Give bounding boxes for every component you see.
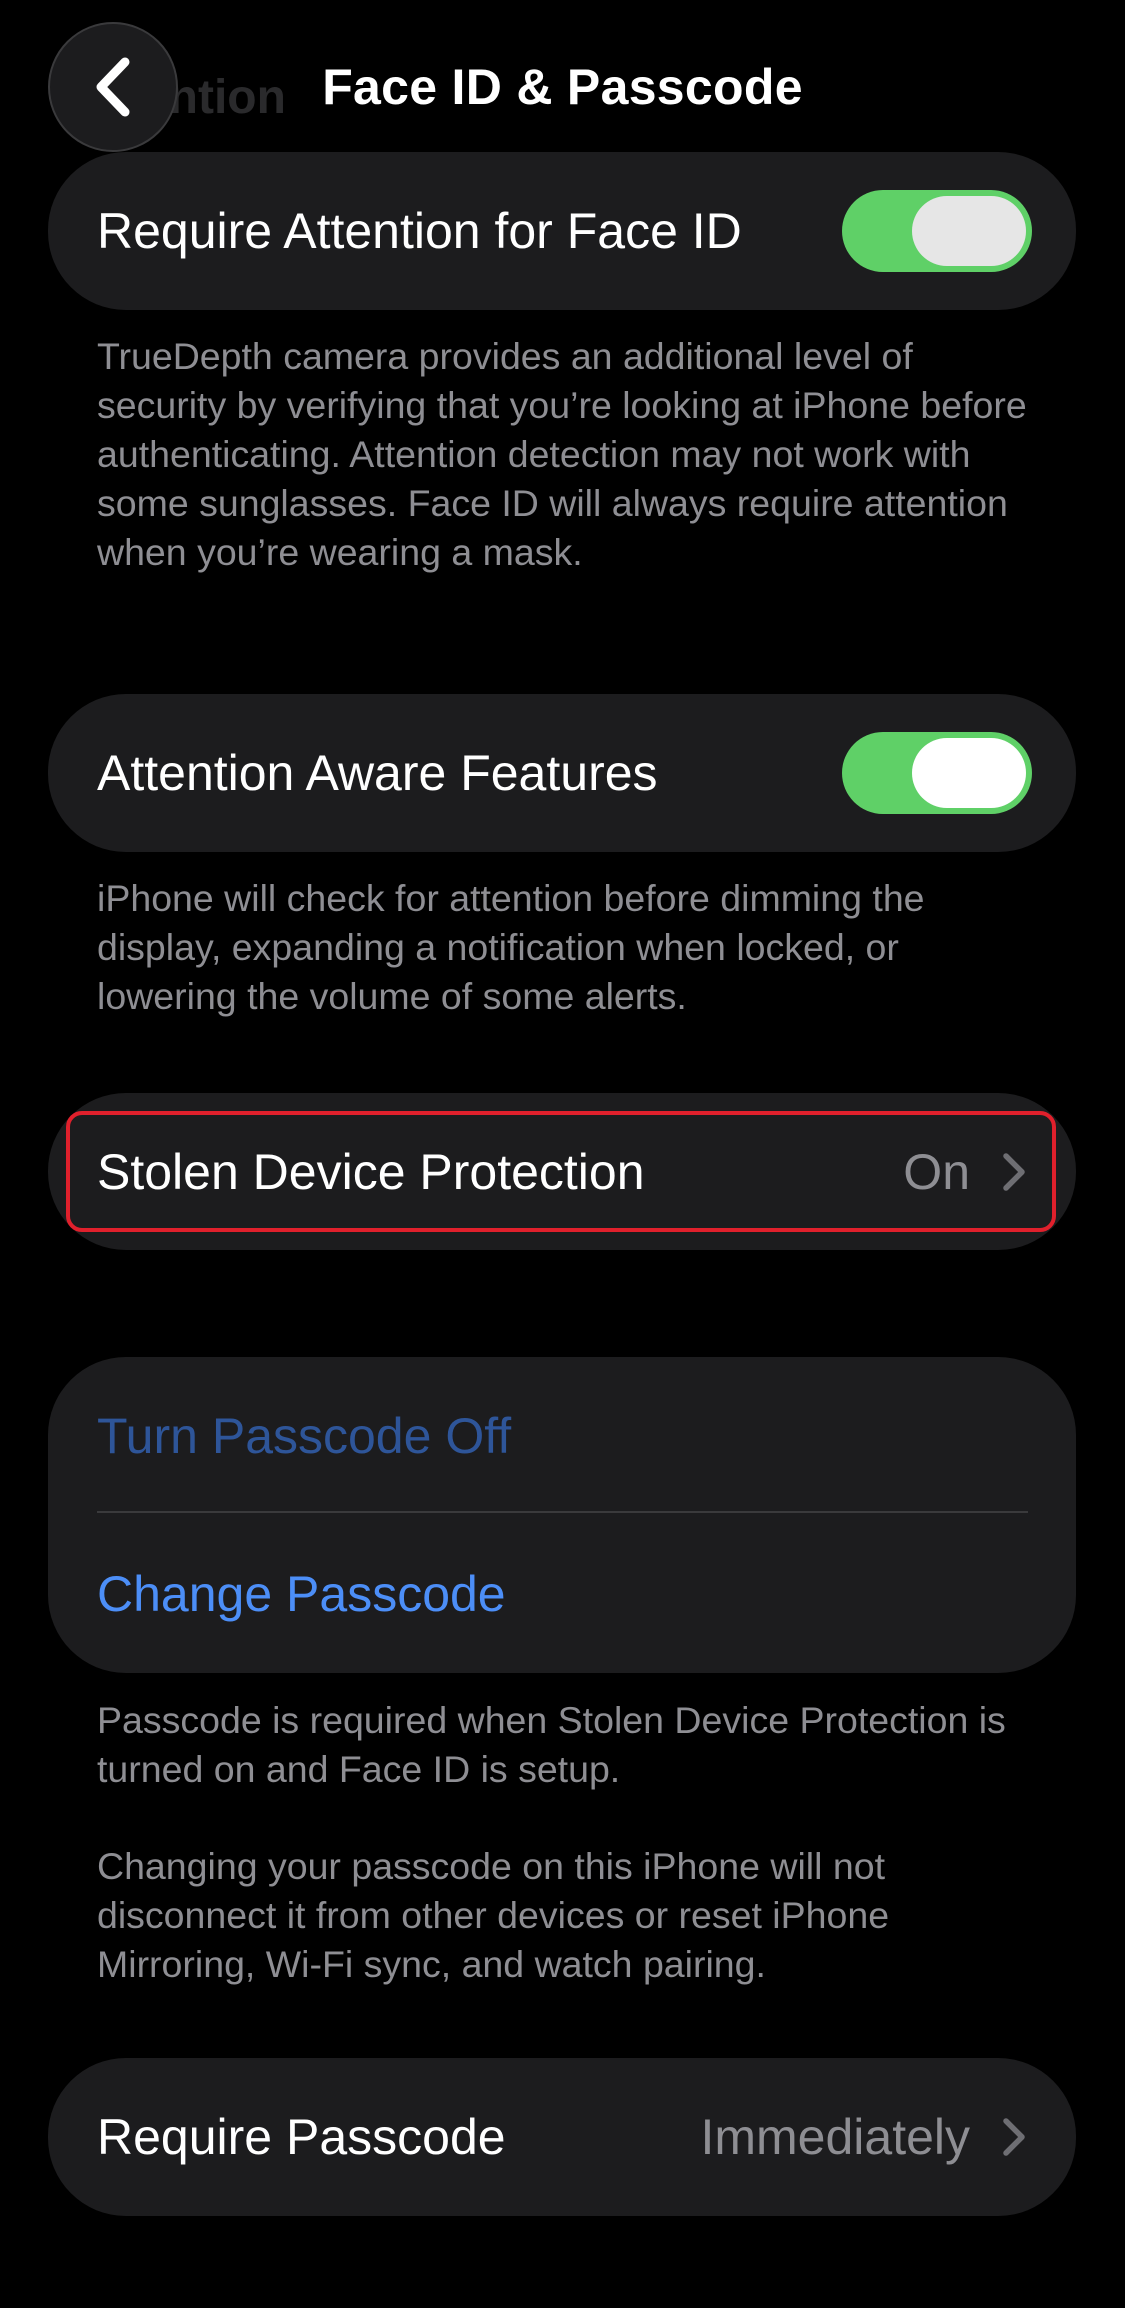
require-attention-row: Require Attention for Face ID <box>48 152 1076 310</box>
change-passcode-label: Change Passcode <box>97 1566 506 1622</box>
passcode-footnote-2: Changing your passcode on this iPhone wi… <box>97 1845 890 1985</box>
attention-aware-label: Attention Aware Features <box>97 745 658 801</box>
toggle-knob <box>912 738 1026 808</box>
require-passcode-row[interactable]: Require Passcode Immediately <box>48 2058 1076 2216</box>
attention-aware-footnote: iPhone will check for attention before d… <box>97 877 925 1017</box>
require-passcode-card: Require Passcode Immediately <box>48 2058 1076 2216</box>
turn-passcode-off-row[interactable]: Turn Passcode Off <box>48 1357 1076 1515</box>
passcode-footnote-1: Passcode is required when Stolen Device … <box>97 1699 1006 1790</box>
chevron-right-icon <box>1003 2118 1025 2156</box>
require-attention-card: Require Attention for Face ID <box>48 152 1076 310</box>
toggle-knob <box>912 196 1026 266</box>
attention-aware-toggle[interactable] <box>842 732 1032 814</box>
turn-passcode-off-label: Turn Passcode Off <box>97 1408 512 1464</box>
divider <box>97 1511 1028 1513</box>
page-title: Face ID & Passcode <box>322 59 803 115</box>
change-passcode-row[interactable]: Change Passcode <box>48 1515 1076 1673</box>
require-attention-toggle[interactable] <box>842 190 1032 272</box>
require-passcode-label: Require Passcode <box>97 2109 506 2165</box>
passcode-card: Turn Passcode Off Change Passcode <box>48 1357 1076 1673</box>
require-passcode-value: Immediately <box>700 2109 970 2165</box>
navigation-bar: ttention Face ID & Passcode <box>0 0 1125 170</box>
attention-footnote: TrueDepth camera provides an additional … <box>97 335 1027 573</box>
highlight-box <box>66 1111 1056 1232</box>
attention-aware-row: Attention Aware Features <box>48 694 1076 852</box>
require-attention-label: Require Attention for Face ID <box>97 203 742 259</box>
attention-aware-card: Attention Aware Features <box>48 694 1076 852</box>
